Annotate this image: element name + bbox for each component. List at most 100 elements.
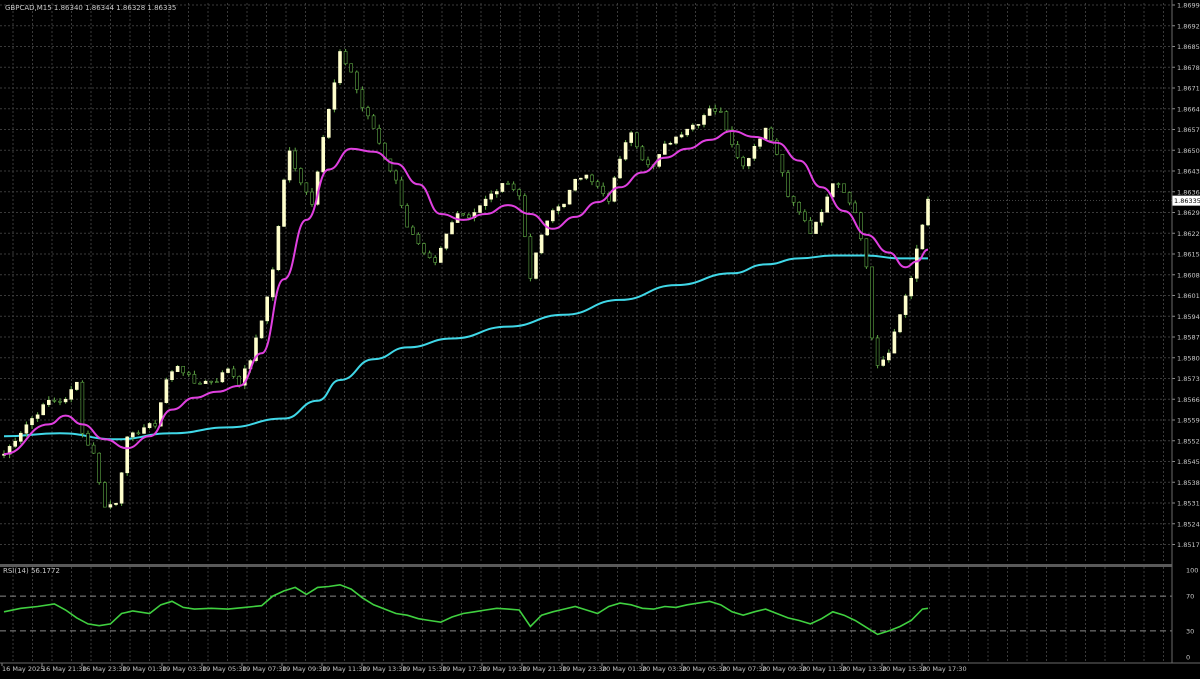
- bear-candle[interactable]: [80, 381, 85, 434]
- panel-separator[interactable]: [0, 564, 1172, 567]
- bear-candle[interactable]: [853, 202, 858, 213]
- bull-candle[interactable]: [556, 206, 561, 211]
- bear-candle[interactable]: [461, 213, 466, 216]
- bull-candle[interactable]: [909, 277, 914, 297]
- bear-candle[interactable]: [802, 211, 807, 221]
- bear-candle[interactable]: [836, 183, 841, 185]
- bear-candle[interactable]: [58, 400, 62, 403]
- bull-candle[interactable]: [332, 82, 337, 110]
- bear-candle[interactable]: [215, 381, 219, 383]
- bull-candle[interactable]: [690, 124, 695, 130]
- bear-candle[interactable]: [192, 374, 197, 384]
- bull-candle[interactable]: [892, 331, 897, 354]
- bull-candle[interactable]: [164, 379, 169, 403]
- bear-candle[interactable]: [522, 195, 527, 237]
- bull-candle[interactable]: [814, 221, 818, 234]
- bull-candle[interactable]: [69, 389, 73, 400]
- bear-candle[interactable]: [153, 423, 157, 427]
- bear-candle[interactable]: [209, 380, 213, 383]
- bear-candle[interactable]: [875, 337, 880, 366]
- bear-candle[interactable]: [517, 189, 522, 197]
- bull-candle[interactable]: [920, 224, 925, 250]
- bear-candle[interactable]: [511, 183, 516, 190]
- bull-candle[interactable]: [46, 399, 51, 405]
- bull-candle[interactable]: [41, 404, 46, 416]
- bear-candle[interactable]: [343, 51, 348, 65]
- bull-candle[interactable]: [259, 320, 264, 339]
- bull-candle[interactable]: [903, 295, 908, 315]
- bull-candle[interactable]: [534, 252, 538, 279]
- bull-candle[interactable]: [326, 108, 331, 138]
- bear-candle[interactable]: [640, 146, 645, 161]
- bull-candle[interactable]: [819, 211, 824, 223]
- bull-candle[interactable]: [629, 132, 634, 143]
- bull-candle[interactable]: [573, 178, 578, 191]
- bull-candle[interactable]: [702, 115, 706, 125]
- bull-candle[interactable]: [276, 226, 281, 271]
- bull-candle[interactable]: [623, 142, 628, 160]
- bull-candle[interactable]: [108, 504, 113, 508]
- bear-candle[interactable]: [730, 129, 734, 145]
- bull-candle[interactable]: [18, 432, 23, 442]
- bull-candle[interactable]: [478, 205, 482, 213]
- bear-candle[interactable]: [847, 192, 852, 204]
- bear-candle[interactable]: [310, 191, 314, 205]
- bear-candle[interactable]: [466, 214, 471, 219]
- bull-candle[interactable]: [203, 380, 208, 384]
- bear-candle[interactable]: [786, 172, 790, 197]
- bear-candle[interactable]: [433, 257, 438, 263]
- bear-candle[interactable]: [354, 71, 359, 90]
- bull-candle[interactable]: [567, 189, 572, 205]
- bear-candle[interactable]: [377, 127, 382, 144]
- bear-candle[interactable]: [735, 144, 740, 158]
- bull-candle[interactable]: [125, 436, 129, 474]
- bull-candle[interactable]: [438, 247, 443, 263]
- bull-candle[interactable]: [763, 127, 768, 140]
- bear-candle[interactable]: [780, 154, 785, 173]
- bull-candle[interactable]: [175, 366, 180, 372]
- bear-candle[interactable]: [634, 132, 639, 148]
- bull-candle[interactable]: [539, 234, 544, 254]
- bull-candle[interactable]: [170, 371, 174, 381]
- bear-candle[interactable]: [371, 115, 376, 129]
- bear-candle[interactable]: [646, 159, 650, 165]
- bear-candle[interactable]: [298, 168, 303, 184]
- bull-candle[interactable]: [444, 233, 449, 249]
- bull-candle[interactable]: [483, 198, 488, 206]
- bull-candle[interactable]: [914, 248, 919, 279]
- bull-candle[interactable]: [450, 222, 454, 235]
- bear-candle[interactable]: [808, 220, 813, 234]
- bear-candle[interactable]: [791, 196, 796, 203]
- bear-candle[interactable]: [399, 179, 404, 206]
- bull-candle[interactable]: [24, 424, 29, 434]
- bull-candle[interactable]: [674, 136, 678, 144]
- bear-candle[interactable]: [405, 205, 410, 228]
- bull-candle[interactable]: [679, 134, 684, 138]
- bull-candle[interactable]: [13, 441, 17, 447]
- bear-candle[interactable]: [86, 433, 90, 446]
- bull-candle[interactable]: [114, 502, 118, 505]
- bear-candle[interactable]: [718, 111, 723, 113]
- bear-candle[interactable]: [237, 376, 241, 386]
- bull-candle[interactable]: [75, 381, 79, 390]
- bull-candle[interactable]: [758, 138, 762, 147]
- bull-candle[interactable]: [226, 368, 230, 373]
- bull-candle[interactable]: [489, 193, 494, 200]
- bear-candle[interactable]: [52, 399, 57, 402]
- bear-candle[interactable]: [97, 452, 101, 483]
- bear-candle[interactable]: [595, 181, 600, 187]
- bear-candle[interactable]: [103, 482, 107, 508]
- bull-candle[interactable]: [926, 198, 930, 226]
- trading-chart[interactable]: 1.86995 1.86925 1.86855 1.86785 1.86715 1.866…: [0, 0, 1200, 675]
- bear-candle[interactable]: [858, 212, 863, 240]
- bear-candle[interactable]: [410, 226, 415, 235]
- bull-candle[interactable]: [500, 183, 505, 192]
- bear-candle[interactable]: [349, 63, 354, 73]
- bear-candle[interactable]: [136, 432, 141, 435]
- bear-candle[interactable]: [601, 185, 606, 194]
- bull-candle[interactable]: [287, 150, 292, 181]
- bear-candle[interactable]: [528, 236, 533, 279]
- bull-candle[interactable]: [550, 210, 555, 222]
- bull-candle[interactable]: [707, 108, 712, 116]
- bull-candle[interactable]: [618, 158, 622, 179]
